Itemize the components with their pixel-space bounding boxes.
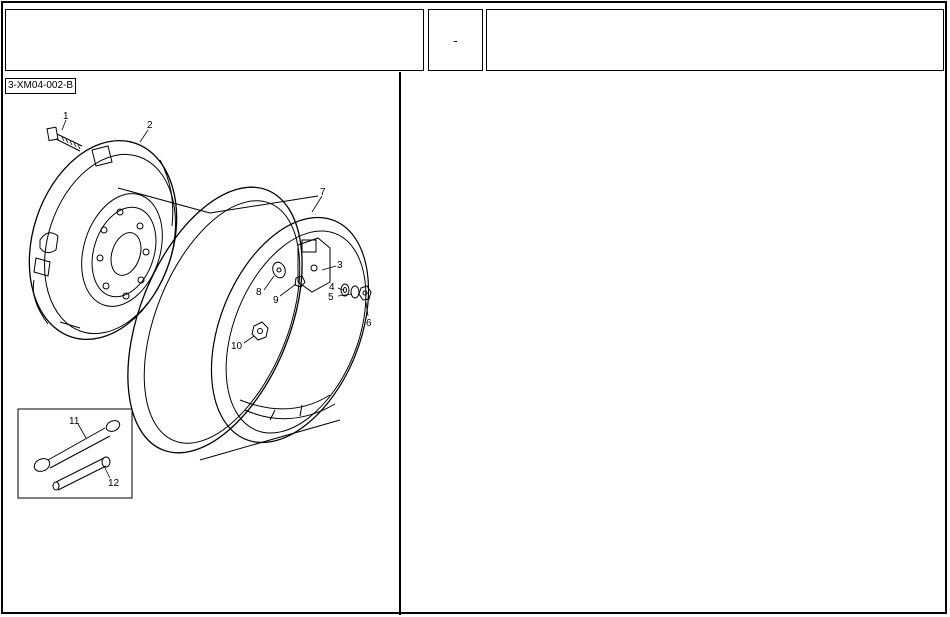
- callout-6: 6: [366, 318, 372, 329]
- callout-12: 12: [108, 478, 120, 489]
- callout-11: 11: [69, 416, 80, 427]
- spring-washer-part: [350, 285, 360, 299]
- callout-10: 10: [231, 341, 243, 352]
- rim-part: [117, 186, 370, 461]
- clamp-part: [297, 237, 331, 293]
- hub-nut-part: [251, 321, 269, 341]
- callout-1: 1: [63, 111, 69, 122]
- callout-7: 7: [320, 187, 326, 198]
- callout-labels: 1 2 7 3 4 5 6 8 9 10 11 12: [63, 111, 372, 489]
- callout-9: 9: [273, 295, 279, 306]
- callout-3: 3: [337, 260, 343, 271]
- wheel-disc-part: [28, 139, 178, 341]
- callout-5: 5: [328, 292, 334, 303]
- wheel-exploded-diagram: 1 2 7 3 4 5 6 8 9 10 11 12: [17, 111, 372, 499]
- bolt-part: [46, 126, 83, 152]
- callout-2: 2: [147, 120, 153, 131]
- callout-8: 8: [256, 287, 262, 298]
